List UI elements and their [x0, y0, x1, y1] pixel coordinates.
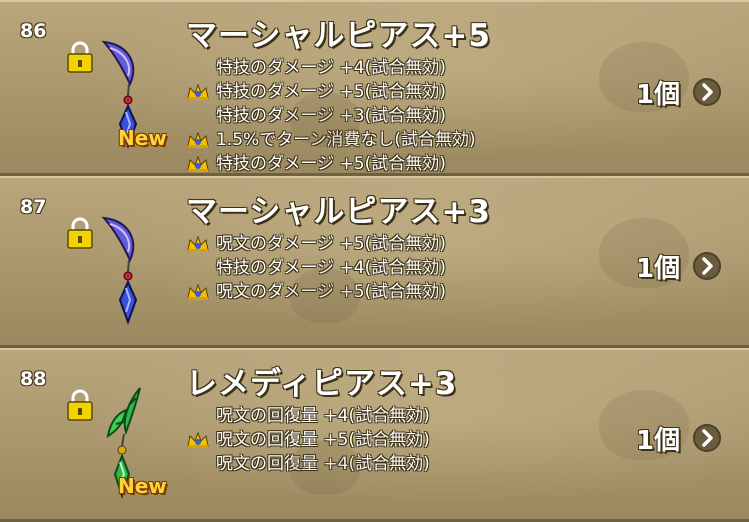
detail-button[interactable]	[693, 78, 721, 106]
effect-text: 呪文の回復量 +5(試合無効)	[216, 430, 430, 450]
effect-line: 呪文の回復量 +5(試合無効)	[186, 428, 430, 452]
effect-text: 特技のダメージ +5(試合無効)	[216, 82, 446, 102]
item-name: レメディピアス+3	[186, 366, 458, 402]
effect-line: 特技のダメージ +4(試合無効)	[186, 256, 446, 280]
chevron-right-icon	[702, 83, 713, 101]
item-row[interactable]: 87 マーシャルピアス+3 呪文のダメージ +5(試合無効) 特技のダメージ +…	[0, 176, 749, 348]
item-name: マーシャルピアス+3	[186, 194, 491, 230]
crown-icon	[187, 83, 209, 100]
effect-text: 1.5%でターン消費なし(試合無効)	[216, 130, 476, 150]
new-badge: New	[118, 474, 167, 498]
effect-text: 特技のダメージ +3(試合無効)	[216, 106, 446, 126]
crown-icon	[187, 131, 209, 148]
item-quantity: 1個	[636, 80, 681, 110]
padlock-icon[interactable]	[66, 388, 94, 422]
effect-line: 呪文の回復量 +4(試合無効)	[186, 452, 430, 476]
effect-line: 特技のダメージ +5(試合無効)	[186, 80, 476, 104]
effect-text: 呪文の回復量 +4(試合無効)	[216, 454, 430, 474]
effect-line: 特技のダメージ +3(試合無効)	[186, 104, 476, 128]
crown-icon	[187, 283, 209, 300]
item-quantity: 1個	[636, 254, 681, 284]
detail-button[interactable]	[693, 424, 721, 452]
detail-button[interactable]	[693, 252, 721, 280]
effect-text: 呪文のダメージ +5(試合無効)	[216, 234, 446, 254]
piercing-icon	[101, 216, 138, 325]
crown-icon	[187, 155, 209, 172]
item-row[interactable]: 88 New レメディピアス+3 呪文の回復量 +4(試合無効) 呪文の回復量 …	[0, 348, 749, 522]
effect-line: 1.5%でターン消費なし(試合無効)	[186, 128, 476, 152]
chevron-right-icon	[702, 429, 713, 447]
padlock-icon[interactable]	[66, 216, 94, 250]
effect-list: 特技のダメージ +4(試合無効) 特技のダメージ +5(試合無効) 特技のダメー…	[186, 56, 476, 174]
effect-line: 呪文のダメージ +5(試合無効)	[186, 280, 446, 304]
crown-icon	[187, 235, 209, 252]
effect-line: 特技のダメージ +4(試合無効)	[186, 56, 476, 80]
effect-line: 呪文の回復量 +4(試合無効)	[186, 404, 430, 428]
effect-text: 呪文の回復量 +4(試合無効)	[216, 406, 430, 426]
item-quantity: 1個	[636, 426, 681, 456]
effect-text: 呪文のダメージ +5(試合無効)	[216, 282, 446, 302]
effect-text: 特技のダメージ +5(試合無効)	[216, 154, 446, 174]
effect-text: 特技のダメージ +4(試合無効)	[216, 258, 446, 278]
item-name: マーシャルピアス+5	[186, 18, 491, 54]
padlock-icon[interactable]	[66, 40, 94, 74]
item-row[interactable]: 86 New マーシャルピアス+5 特技のダメージ +4(試合無効) 特技のダメ…	[0, 0, 749, 176]
new-badge: New	[118, 126, 167, 150]
effect-list: 呪文のダメージ +5(試合無効) 特技のダメージ +4(試合無効) 呪文のダメー…	[186, 232, 446, 304]
effect-list: 呪文の回復量 +4(試合無効) 呪文の回復量 +5(試合無効) 呪文の回復量 +…	[186, 404, 430, 476]
crown-icon	[187, 431, 209, 448]
chevron-right-icon	[702, 257, 713, 275]
accessory-list: 86 New マーシャルピアス+5 特技のダメージ +4(試合無効) 特技のダメ…	[0, 0, 749, 522]
item-number: 86	[20, 20, 47, 42]
effect-line: 呪文のダメージ +5(試合無効)	[186, 232, 446, 256]
effect-line: 特技のダメージ +5(試合無効)	[186, 152, 476, 174]
item-number: 88	[20, 368, 47, 390]
effect-text: 特技のダメージ +4(試合無効)	[216, 58, 446, 78]
item-number: 87	[20, 196, 47, 218]
